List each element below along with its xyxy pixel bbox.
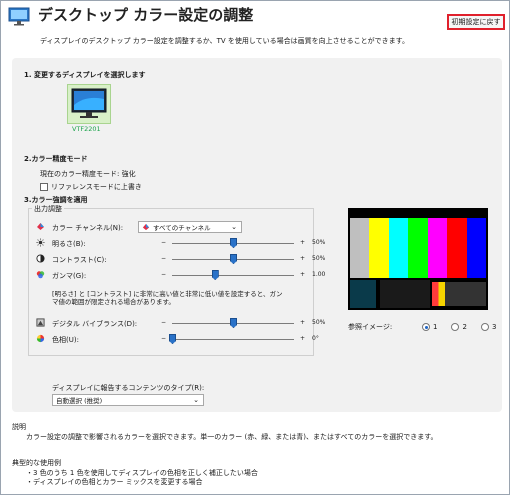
slider-thumb[interactable] [169, 334, 176, 344]
brightness-icon [36, 238, 45, 249]
slider-label: 色相(U): [52, 336, 79, 344]
slider-value: 50% [312, 319, 326, 326]
color-channel-icon [37, 223, 44, 230]
reference-image [348, 208, 488, 310]
slider-thumb[interactable] [230, 254, 237, 264]
slider-increase[interactable]: + [300, 239, 305, 246]
content-type-label: ディスプレイに報告するコンテンツのタイプ(R): [52, 384, 205, 392]
color-bars [350, 218, 486, 278]
slider-row-1: デジタル バイブランス(D): − +50% [0, 318, 340, 330]
slider-row-3: ガンマ(G): − +1.00 [0, 270, 340, 282]
radio-2[interactable] [451, 323, 460, 331]
reference-image-label: 参照イメージ: [348, 323, 393, 331]
reference-mode-label: リファレンスモードに上書き [51, 183, 142, 191]
color-bar-6 [447, 218, 467, 278]
color-bar-7 [466, 218, 486, 278]
slider-thumb[interactable] [230, 238, 237, 248]
slider-decrease[interactable]: − [161, 271, 166, 278]
chevron-down-icon: ⌄ [193, 396, 199, 404]
color-bar-1 [350, 218, 370, 278]
display-name: VTF2201 [72, 125, 101, 133]
slider-decrease[interactable]: − [161, 319, 166, 326]
reference-option-1[interactable]: 1 [422, 323, 437, 331]
slider-thumb[interactable] [211, 270, 219, 280]
slider-label: コントラスト(C): [52, 256, 107, 264]
slider-value: 50% [312, 255, 326, 262]
reference-swatch-dark [380, 280, 430, 308]
section1-heading: 1. 変更するディスプレイを選択します [24, 71, 146, 79]
color-bar-2 [369, 218, 389, 278]
output-adjust-title: 出力調整 [32, 204, 64, 214]
slider-row-1: 明るさ(B): − +50% [0, 238, 340, 250]
reference-swatch-teal [350, 280, 376, 308]
slider-increase[interactable]: + [300, 335, 305, 342]
content-type-value: 自動選択 (推奨) [56, 397, 103, 405]
slider-row-2: 色相(U): − +0° [0, 334, 340, 346]
slider-label: ガンマ(G): [52, 272, 87, 280]
vibrance-icon [36, 318, 45, 329]
section2-heading: 2.カラー精度モード [24, 155, 88, 163]
color-bar-3 [388, 218, 409, 278]
reference-mode-checkbox[interactable] [40, 183, 48, 191]
color-bar-4 [408, 218, 428, 278]
display-settings-icon [8, 7, 30, 26]
intro-text: ディスプレイのデスクトップ カラー設定を調整するか、TV を使用している場合は画… [40, 37, 409, 45]
slider-track[interactable] [172, 339, 294, 340]
current-mode-text: 現在のカラー精度モード: 強化 [40, 170, 136, 178]
gamma-icon [36, 270, 45, 281]
radio-1[interactable] [422, 323, 430, 331]
hue-icon [36, 334, 45, 345]
slider-label: デジタル バイブランス(D): [52, 320, 138, 328]
channel-option-icon [142, 223, 150, 231]
content-type-select[interactable]: 自動選択 (推奨) ⌄ [52, 394, 204, 406]
gamma-warning-line2: マ値の範囲が限定される場合があります。 [52, 298, 175, 306]
contrast-icon [36, 254, 45, 265]
slider-increase[interactable]: + [300, 271, 305, 278]
slider-value: 0° [312, 335, 319, 342]
usage-heading: 典型的な使用例 [12, 459, 61, 467]
reference-option-3[interactable]: 3 [480, 323, 496, 331]
reference-option-2[interactable]: 2 [451, 323, 467, 331]
usage-item-2: ・ディスプレイの色相とカラー ミックスを変更する場合 [26, 478, 203, 486]
channel-select[interactable]: すべてのチャンネル ⌄ [138, 221, 242, 233]
color-bar-5 [427, 218, 448, 278]
reference-gradient [432, 282, 486, 306]
monitor-icon [71, 88, 107, 118]
reference-mode-option[interactable]: リファレンスモードに上書き [40, 182, 142, 192]
slider-value: 1.00 [312, 271, 326, 278]
slider-label: 明るさ(B): [52, 240, 86, 248]
slider-decrease[interactable]: − [161, 239, 166, 246]
page-title: デスクトップ カラー設定の調整 [38, 6, 254, 24]
display-selector[interactable] [67, 84, 111, 124]
slider-increase[interactable]: + [300, 319, 305, 326]
slider-thumb[interactable] [230, 318, 237, 328]
slider-value: 50% [312, 239, 326, 246]
chevron-down-icon: ⌄ [231, 223, 237, 231]
radio-3[interactable] [480, 323, 489, 331]
restore-defaults-button[interactable]: 初期設定に戻す [447, 14, 505, 30]
slider-decrease[interactable]: − [161, 335, 166, 342]
channel-select-value: すべてのチャンネル [153, 224, 211, 232]
slider-decrease[interactable]: − [161, 255, 166, 262]
description-text: カラー設定の調整で影響されるカラーを選択できます。単一のカラー (赤、緑、または… [26, 433, 438, 441]
slider-track[interactable] [172, 275, 294, 276]
slider-row-2: コントラスト(C): − +50% [0, 254, 340, 266]
description-heading: 説明 [12, 423, 26, 431]
channel-label: カラー チャンネル(N): [52, 224, 124, 232]
slider-increase[interactable]: + [300, 255, 305, 262]
reference-image-options: 1 2 3 [422, 323, 496, 331]
